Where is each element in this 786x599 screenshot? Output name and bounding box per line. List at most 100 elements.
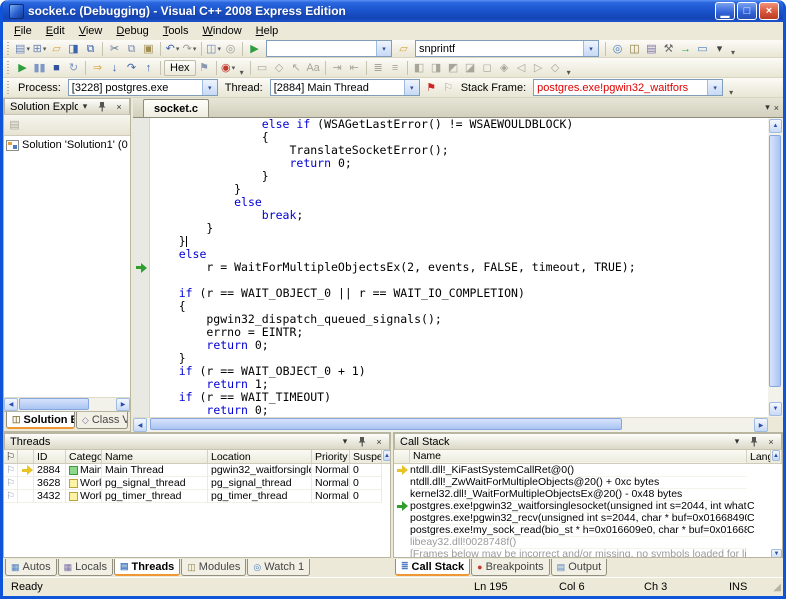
add-new-item-icon[interactable]: ⊞▾ bbox=[31, 41, 48, 57]
callstack-frame-row[interactable]: kernel32.dll!_WaitForMultipleObjectsEx@2… bbox=[394, 488, 782, 500]
box-selection-icon[interactable]: ▭ bbox=[254, 60, 271, 76]
display-quickinfo-icon[interactable]: ◧ bbox=[411, 60, 428, 76]
tab-threads[interactable]: ▤Threads bbox=[114, 559, 180, 576]
start-debugging-icon[interactable]: ▶ bbox=[246, 41, 263, 57]
tab-class-view[interactable]: ◇Class View bbox=[76, 412, 128, 429]
editor-vscrollbar[interactable]: ▲ ▼ bbox=[768, 118, 783, 417]
start-page-icon[interactable]: → bbox=[677, 41, 694, 57]
step-into-icon[interactable]: ↓ bbox=[106, 60, 123, 76]
save-icon[interactable]: ◨ bbox=[65, 41, 82, 57]
thread-marker-icon[interactable]: ⚑ bbox=[196, 60, 213, 76]
auto-hide-pin-icon[interactable] bbox=[747, 435, 761, 449]
configuration-combo[interactable]: ▾ bbox=[266, 40, 392, 57]
new-project-icon[interactable]: ▤▾ bbox=[14, 41, 31, 57]
next-bookmark-icon[interactable]: ▷ bbox=[530, 60, 547, 76]
thread-flag-icon[interactable]: ⚐ bbox=[4, 477, 18, 490]
thread-flag-icon[interactable]: ⚐ bbox=[4, 490, 18, 503]
scroll-right-arrow-icon[interactable]: ▶ bbox=[116, 398, 130, 411]
toolbar-grip[interactable] bbox=[6, 61, 11, 74]
scroll-left-arrow-icon[interactable]: ◀ bbox=[4, 398, 18, 411]
window-position-chevron-icon[interactable]: ▾ bbox=[338, 435, 352, 449]
menu-view[interactable]: View bbox=[72, 23, 110, 39]
column-header-category[interactable]: Category bbox=[66, 450, 102, 463]
auto-hide-pin-icon[interactable] bbox=[355, 435, 369, 449]
menu-debug[interactable]: Debug bbox=[109, 23, 155, 39]
close-icon[interactable]: × bbox=[764, 435, 778, 449]
open-file-icon[interactable]: ▱ bbox=[48, 41, 65, 57]
scroll-thumb[interactable] bbox=[19, 398, 89, 410]
column-header-id[interactable]: ID bbox=[34, 450, 66, 463]
resize-grip-icon[interactable]: ◢ bbox=[767, 582, 781, 593]
menu-file[interactable]: File bbox=[7, 23, 39, 39]
column-header-location[interactable]: Location bbox=[208, 450, 312, 463]
solution-explorer-icon[interactable]: ◫ bbox=[626, 41, 643, 57]
decrease-indent-icon[interactable]: ⇤ bbox=[346, 60, 363, 76]
close-button[interactable]: × bbox=[759, 2, 779, 20]
pointer-mode-icon[interactable]: ↖ bbox=[288, 60, 305, 76]
breakpoints-window-icon[interactable]: ◉▾ bbox=[220, 60, 237, 76]
step-over-icon[interactable]: ↷ bbox=[123, 60, 140, 76]
process-combo[interactable]: [3228] postgres.exe▾ bbox=[68, 79, 218, 96]
callstack-titlebar[interactable]: Call Stack ▾ × bbox=[394, 433, 782, 450]
tab-solution-expl-[interactable]: ◫Solution Expl... bbox=[6, 412, 75, 429]
solution-explorer-hscrollbar[interactable]: ◀ ▶ bbox=[4, 397, 130, 411]
scroll-thumb[interactable] bbox=[769, 135, 781, 387]
find-symbol-icon[interactable]: ◎ bbox=[609, 41, 626, 57]
paste-icon[interactable]: ▣ bbox=[140, 41, 157, 57]
show-flagged-only-icon[interactable]: ⚐ bbox=[440, 80, 457, 96]
scroll-left-arrow-icon[interactable]: ◀ bbox=[133, 418, 147, 432]
comment-selection-icon[interactable]: ≣ bbox=[370, 60, 387, 76]
toolbar-overflow-icon[interactable]: ▾ bbox=[726, 88, 736, 97]
column-header-blank[interactable] bbox=[18, 450, 34, 463]
undo-icon[interactable]: ↶▾ bbox=[164, 41, 181, 57]
maximize-button[interactable]: □ bbox=[737, 2, 757, 20]
close-icon[interactable]: × bbox=[372, 435, 386, 449]
menu-window[interactable]: Window bbox=[196, 23, 249, 39]
minimize-button[interactable]: ▁ bbox=[715, 2, 735, 20]
callstack-frame-row[interactable]: postgres.exe!pgwin32_recv(unsigned int s… bbox=[394, 512, 782, 524]
toolbar-grip[interactable] bbox=[6, 81, 11, 94]
scroll-thumb[interactable] bbox=[150, 418, 622, 430]
parameter-info-icon[interactable]: ◨ bbox=[428, 60, 445, 76]
thread-combo-dropdown-icon[interactable]: ▾ bbox=[404, 80, 419, 95]
clear-bookmarks-icon[interactable]: ◇ bbox=[547, 60, 564, 76]
thread-row[interactable]: ⚐3628Worker Threadpg_signal_threadpg_sig… bbox=[4, 477, 390, 490]
callstack-frame-row[interactable]: [Frames below may be incorrect and/or mi… bbox=[394, 548, 782, 557]
column-header-blank[interactable] bbox=[394, 450, 410, 463]
surround-with-icon[interactable]: ◻ bbox=[479, 60, 496, 76]
tab-autos[interactable]: ▦Autos bbox=[5, 559, 57, 576]
find-folder-icon[interactable]: ▱ bbox=[395, 41, 412, 57]
tab-call-stack[interactable]: ≣Call Stack bbox=[395, 559, 470, 576]
toggle-bookmark-icon[interactable]: ◈ bbox=[496, 60, 513, 76]
column-header-name[interactable]: Name bbox=[410, 450, 747, 463]
tab-modules[interactable]: ◫Modules bbox=[181, 559, 246, 576]
tab-watch-1[interactable]: ◎Watch 1 bbox=[247, 559, 310, 576]
tab-breakpoints[interactable]: ●Breakpoints bbox=[471, 559, 550, 576]
titlebar[interactable]: socket.c (Debugging) - Visual C++ 2008 E… bbox=[3, 0, 783, 22]
redo-icon[interactable]: ↷▾ bbox=[181, 41, 198, 57]
editor-hscrollbar[interactable]: ◀ ▶ bbox=[133, 417, 768, 432]
cut-icon[interactable]: ✂ bbox=[106, 41, 123, 57]
find-combo-dropdown-icon[interactable]: ▾ bbox=[583, 41, 598, 56]
properties-window-icon[interactable]: ▤ bbox=[643, 41, 660, 57]
scroll-up-arrow-icon[interactable]: ▲ bbox=[382, 450, 391, 463]
show-next-statement-icon[interactable]: ⇒ bbox=[89, 60, 106, 76]
tab-locals[interactable]: ▦Locals bbox=[58, 559, 113, 576]
toolbar-overflow-icon[interactable]: ▾ bbox=[564, 68, 574, 77]
process-combo-dropdown-icon[interactable]: ▾ bbox=[202, 80, 217, 95]
uncomment-selection-icon[interactable]: ≡ bbox=[387, 60, 404, 76]
thread-row[interactable]: ⚐2884Main ThreadMain Threadpgwin32_waitf… bbox=[4, 464, 390, 477]
column-header-priority[interactable]: Priority bbox=[312, 450, 350, 463]
thread-flag-icon[interactable]: ⚐ bbox=[4, 464, 18, 477]
toolbar-options-chevron-icon[interactable]: ▾ bbox=[711, 41, 728, 57]
find-in-files-icon[interactable]: ◎ bbox=[222, 41, 239, 57]
stop-debugging-icon[interactable]: ■ bbox=[48, 60, 65, 76]
toolbar-overflow-icon[interactable]: ▾ bbox=[728, 48, 738, 57]
scroll-right-arrow-icon[interactable]: ▶ bbox=[754, 418, 768, 432]
scroll-track[interactable] bbox=[19, 398, 115, 411]
close-icon[interactable]: × bbox=[112, 100, 126, 114]
auto-hide-pin-icon[interactable] bbox=[95, 100, 109, 114]
toolbar-grip[interactable] bbox=[6, 42, 11, 55]
active-files-chevron-icon[interactable]: ▾ bbox=[765, 102, 770, 113]
properties-icon[interactable]: ▤ bbox=[6, 117, 23, 133]
